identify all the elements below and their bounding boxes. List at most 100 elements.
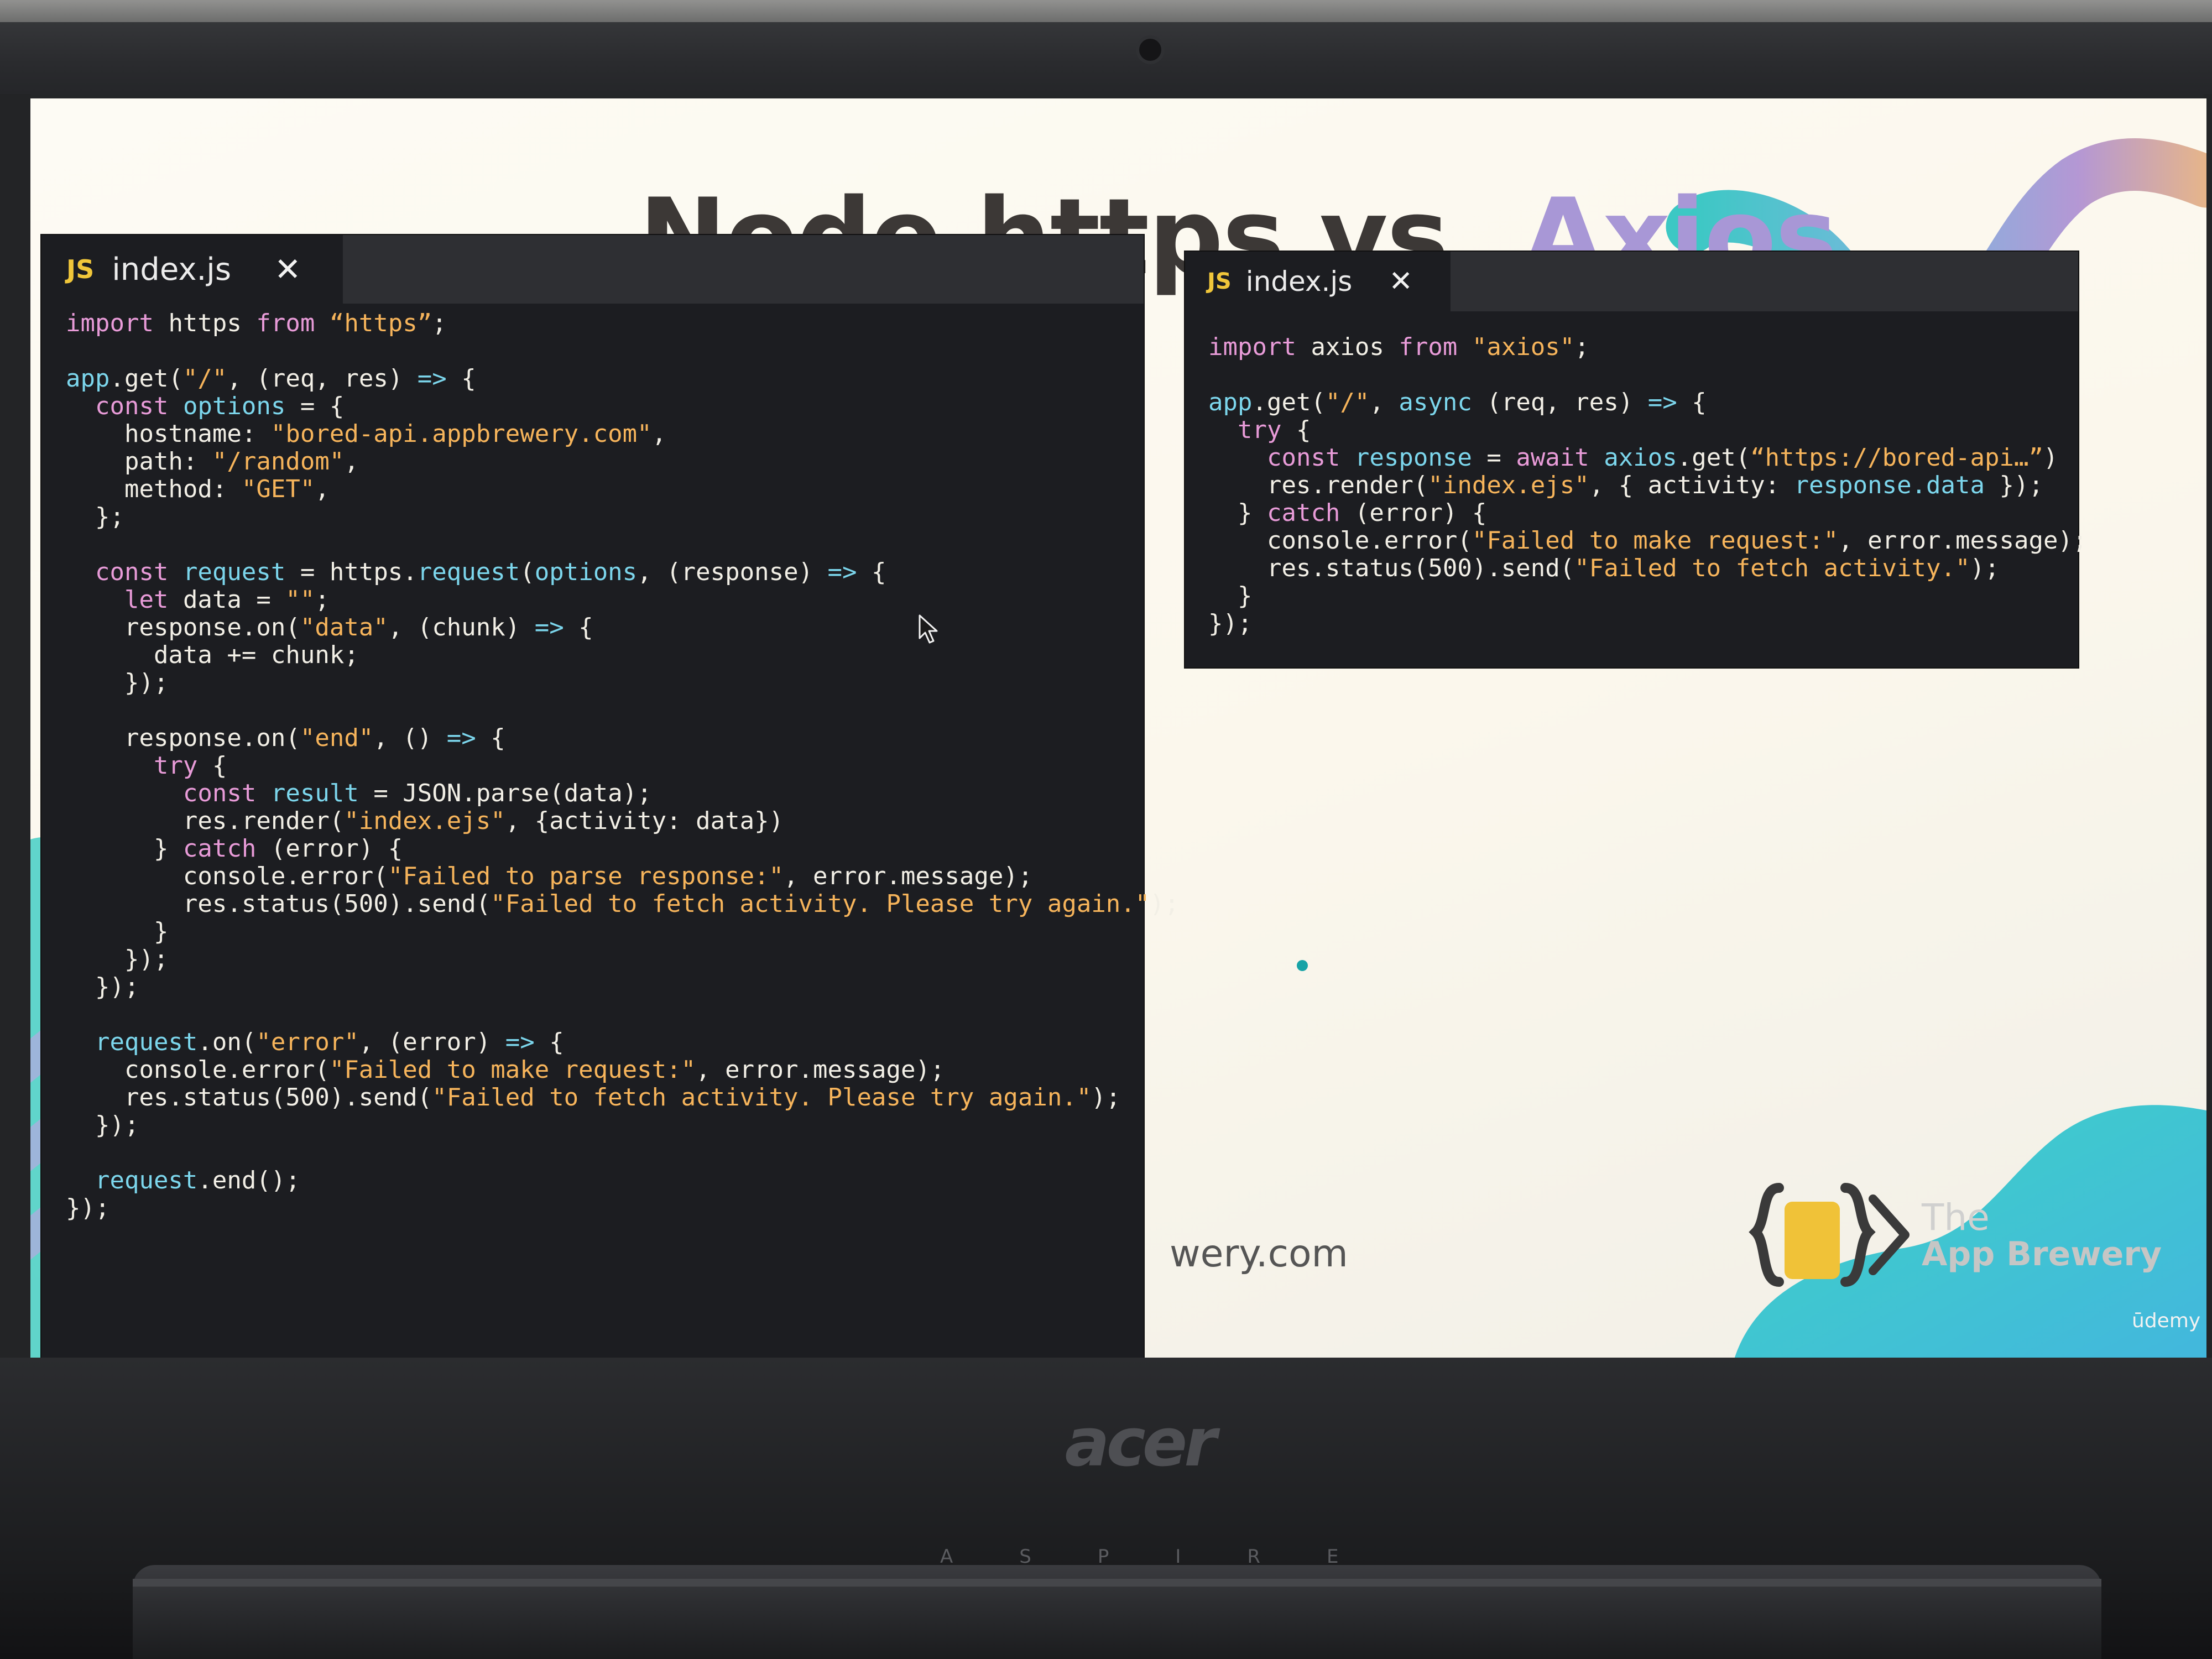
code-token: , (chunk) bbox=[388, 613, 535, 641]
code-line: }); bbox=[66, 669, 1179, 697]
code-token: https bbox=[153, 309, 257, 337]
code-token: ); bbox=[1970, 554, 2000, 582]
code-line: try { bbox=[66, 752, 1179, 780]
code-token: = JSON.parse(data); bbox=[358, 779, 652, 807]
code-content: import https from “https”; app.get("/", … bbox=[66, 310, 1179, 1222]
code-line: }; bbox=[66, 503, 1179, 531]
code-token: (error) { bbox=[1340, 499, 1487, 527]
code-line: } bbox=[66, 918, 1179, 946]
code-token: }); bbox=[1208, 609, 1253, 638]
code-token: method: bbox=[66, 475, 242, 503]
code-token: try bbox=[1237, 416, 1282, 444]
code-token: { bbox=[476, 724, 505, 752]
code-token: const bbox=[1266, 444, 1340, 472]
code-token: "Failed to fetch activity. Please try ag… bbox=[491, 890, 1150, 918]
code-token: "axios" bbox=[1457, 333, 1575, 361]
code-token: } bbox=[1208, 582, 1253, 610]
file-tab[interactable]: JS index.js ✕ bbox=[1185, 252, 1451, 311]
code-token: => bbox=[446, 724, 476, 752]
code-token: "Failed to fetch activity. Please try ag… bbox=[432, 1083, 1092, 1112]
code-line: const result = JSON.parse(data); bbox=[66, 780, 1179, 807]
code-token: catch bbox=[182, 834, 257, 863]
code-line: res.render("index.ejs", { activity: resp… bbox=[1208, 472, 2087, 499]
code-token: "/random" bbox=[212, 447, 345, 476]
code-token: => bbox=[1647, 388, 1677, 416]
code-token: "data" bbox=[300, 613, 388, 641]
code-token: data = bbox=[168, 586, 286, 614]
code-token: path: bbox=[66, 447, 212, 476]
code-token: } bbox=[66, 917, 169, 946]
code-token: "Failed to fetch activity." bbox=[1574, 554, 1970, 582]
file-tab[interactable]: JS index.js ✕ bbox=[41, 235, 343, 304]
code-line: response.on("data", (chunk) => { bbox=[66, 614, 1179, 641]
code-line: } catch (error) { bbox=[1208, 499, 2087, 527]
code-token: .get( bbox=[1677, 444, 1751, 472]
code-token: “https” bbox=[315, 309, 432, 337]
laptop-brand-logo: acer bbox=[1065, 1405, 1217, 1481]
code-token: } bbox=[1208, 499, 1267, 527]
code-token: .get( bbox=[109, 364, 183, 393]
code-token: hostname: bbox=[66, 420, 271, 448]
code-token: { bbox=[857, 558, 886, 586]
code-token: response.data bbox=[1794, 471, 1985, 499]
code-token: const bbox=[95, 558, 169, 586]
close-icon[interactable]: ✕ bbox=[274, 251, 301, 288]
code-line: res.status(500).send("Failed to fetch ac… bbox=[1208, 555, 2087, 582]
code-token: }); bbox=[66, 1111, 139, 1139]
code-token: ; bbox=[315, 586, 330, 614]
code-token: res.status(500).send( bbox=[66, 890, 491, 918]
file-tab-label: index.js bbox=[1245, 265, 1353, 298]
code-token: async bbox=[1399, 388, 1472, 416]
code-token: "" bbox=[285, 586, 315, 614]
code-token: }; bbox=[66, 503, 124, 531]
code-content: import axios from "axios"; app.get("/", … bbox=[1208, 333, 2087, 638]
code-token: request bbox=[182, 558, 286, 586]
code-line: res.status(500).send("Failed to fetch ac… bbox=[66, 890, 1179, 918]
code-token: => bbox=[827, 558, 857, 586]
code-token: => bbox=[534, 613, 564, 641]
code-token: options bbox=[534, 558, 638, 586]
code-token: , error.message); bbox=[696, 1056, 945, 1084]
code-line: app.get("/", async (req, res) => { bbox=[1208, 389, 2087, 416]
code-token: catch bbox=[1266, 499, 1340, 527]
code-token: , bbox=[315, 475, 330, 503]
code-token: , error.message); bbox=[1838, 526, 2088, 555]
code-token: .on( bbox=[197, 1028, 257, 1056]
code-token: = bbox=[1472, 444, 1516, 472]
code-line: console.error("Failed to make request:",… bbox=[1208, 527, 2087, 555]
brand-name-line1: The bbox=[1922, 1196, 1990, 1239]
udemy-watermark: ūdemy bbox=[2132, 1310, 2201, 1332]
code-token: app bbox=[66, 364, 110, 393]
code-token: "Failed to make request:" bbox=[1472, 526, 1839, 555]
code-token: request bbox=[417, 558, 520, 586]
code-token: { bbox=[564, 613, 593, 641]
code-line: request.on("error", (error) => { bbox=[66, 1029, 1179, 1056]
brand-name-line2: App Brewery bbox=[1922, 1235, 2162, 1274]
code-token: => bbox=[417, 364, 447, 393]
code-token: , (req, res) bbox=[227, 364, 418, 393]
code-token: import bbox=[66, 309, 154, 337]
code-token: "error" bbox=[256, 1028, 359, 1056]
close-icon[interactable]: ✕ bbox=[1389, 265, 1413, 298]
code-token: => bbox=[505, 1028, 535, 1056]
code-token: "Failed to make request:" bbox=[329, 1056, 696, 1084]
code-editor-axios: JS index.js ✕ import axios from "axios";… bbox=[1185, 252, 2087, 667]
code-token: res.status(500).send( bbox=[66, 1083, 432, 1112]
code-token: "end" bbox=[300, 724, 374, 752]
code-token: = https. bbox=[285, 558, 418, 586]
code-token: await bbox=[1516, 444, 1589, 472]
code-token: options bbox=[182, 392, 286, 420]
code-line: import axios from "axios"; bbox=[1208, 333, 2087, 361]
